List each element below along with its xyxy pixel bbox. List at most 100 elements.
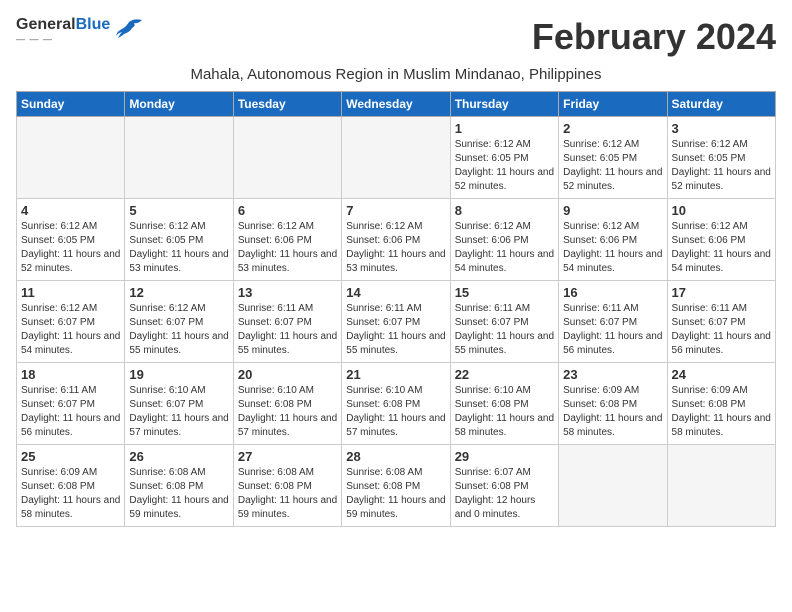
calendar-cell: 22 Sunrise: 6:10 AMSunset: 6:08 PMDayligh… xyxy=(450,363,558,445)
day-info: Sunrise: 6:12 AMSunset: 6:06 PMDaylight:… xyxy=(238,220,337,276)
day-number: 24 xyxy=(672,367,771,382)
day-info: Sunrise: 6:08 AMSunset: 6:08 PMDaylight:… xyxy=(238,466,337,522)
logo-general: General xyxy=(16,16,76,33)
calendar-cell: 13 Sunrise: 6:11 AMSunset: 6:07 PMDayligh… xyxy=(233,281,341,363)
calendar-cell: 15 Sunrise: 6:11 AMSunset: 6:07 PMDayligh… xyxy=(450,281,558,363)
day-number: 19 xyxy=(129,367,228,382)
day-info: Sunrise: 6:11 AMSunset: 6:07 PMDaylight:… xyxy=(672,302,771,358)
calendar-cell xyxy=(667,445,775,527)
calendar-cell xyxy=(233,117,341,199)
weekday-header: Sunday xyxy=(17,92,125,117)
day-number: 27 xyxy=(238,449,337,464)
weekday-header: Thursday xyxy=(450,92,558,117)
calendar-cell: 7 Sunrise: 6:12 AMSunset: 6:06 PMDaylight… xyxy=(342,199,450,281)
weekday-header: Saturday xyxy=(667,92,775,117)
day-info: Sunrise: 6:12 AMSunset: 6:07 PMDaylight:… xyxy=(21,302,120,358)
calendar-cell: 6 Sunrise: 6:12 AMSunset: 6:06 PMDaylight… xyxy=(233,199,341,281)
day-number: 20 xyxy=(238,367,337,382)
day-info: Sunrise: 6:10 AMSunset: 6:07 PMDaylight:… xyxy=(129,384,228,440)
calendar-cell: 26 Sunrise: 6:08 AMSunset: 6:08 PMDayligh… xyxy=(125,445,233,527)
calendar-cell xyxy=(559,445,667,527)
title-text: February 2024 xyxy=(532,16,776,58)
calendar-cell: 16 Sunrise: 6:11 AMSunset: 6:07 PMDayligh… xyxy=(559,281,667,363)
day-number: 9 xyxy=(563,203,662,218)
calendar-cell: 27 Sunrise: 6:08 AMSunset: 6:08 PMDayligh… xyxy=(233,445,341,527)
day-number: 29 xyxy=(455,449,554,464)
day-number: 12 xyxy=(129,285,228,300)
day-info: Sunrise: 6:12 AMSunset: 6:07 PMDaylight:… xyxy=(129,302,228,358)
day-info: Sunrise: 6:11 AMSunset: 6:07 PMDaylight:… xyxy=(238,302,337,358)
day-number: 23 xyxy=(563,367,662,382)
day-info: Sunrise: 6:11 AMSunset: 6:07 PMDaylight:… xyxy=(563,302,662,358)
calendar-cell: 17 Sunrise: 6:11 AMSunset: 6:07 PMDayligh… xyxy=(667,281,775,363)
calendar-cell: 12 Sunrise: 6:12 AMSunset: 6:07 PMDayligh… xyxy=(125,281,233,363)
day-info: Sunrise: 6:12 AMSunset: 6:05 PMDaylight:… xyxy=(21,220,120,276)
day-info: Sunrise: 6:12 AMSunset: 6:06 PMDaylight:… xyxy=(455,220,554,276)
weekday-header: Friday xyxy=(559,92,667,117)
calendar-cell: 9 Sunrise: 6:12 AMSunset: 6:06 PMDaylight… xyxy=(559,199,667,281)
calendar-cell: 29 Sunrise: 6:07 AMSunset: 6:08 PMDayligh… xyxy=(450,445,558,527)
day-info: Sunrise: 6:12 AMSunset: 6:06 PMDaylight:… xyxy=(563,220,662,276)
weekday-header: Monday xyxy=(125,92,233,117)
calendar-cell: 2 Sunrise: 6:12 AMSunset: 6:05 PMDaylight… xyxy=(559,117,667,199)
day-number: 18 xyxy=(21,367,120,382)
day-info: Sunrise: 6:07 AMSunset: 6:08 PMDaylight:… xyxy=(455,466,554,522)
location-subtitle: Mahala, Autonomous Region in Muslim Mind… xyxy=(16,66,776,83)
calendar-cell: 11 Sunrise: 6:12 AMSunset: 6:07 PMDayligh… xyxy=(17,281,125,363)
day-info: Sunrise: 6:10 AMSunset: 6:08 PMDaylight:… xyxy=(346,384,445,440)
day-number: 17 xyxy=(672,285,771,300)
calendar-cell: 19 Sunrise: 6:10 AMSunset: 6:07 PMDayligh… xyxy=(125,363,233,445)
day-info: Sunrise: 6:11 AMSunset: 6:07 PMDaylight:… xyxy=(21,384,120,440)
day-number: 4 xyxy=(21,203,120,218)
weekday-header: Wednesday xyxy=(342,92,450,117)
day-info: Sunrise: 6:11 AMSunset: 6:07 PMDaylight:… xyxy=(455,302,554,358)
calendar-cell xyxy=(125,117,233,199)
day-info: Sunrise: 6:12 AMSunset: 6:05 PMDaylight:… xyxy=(672,138,771,194)
day-number: 14 xyxy=(346,285,445,300)
day-number: 22 xyxy=(455,367,554,382)
day-number: 10 xyxy=(672,203,771,218)
day-number: 26 xyxy=(129,449,228,464)
day-number: 21 xyxy=(346,367,445,382)
calendar-cell: 25 Sunrise: 6:09 AMSunset: 6:08 PMDayligh… xyxy=(17,445,125,527)
month-year-title: February 2024 xyxy=(532,16,776,58)
day-number: 6 xyxy=(238,203,337,218)
logo-blue: Blue xyxy=(76,16,111,33)
day-number: 5 xyxy=(129,203,228,218)
calendar-cell: 21 Sunrise: 6:10 AMSunset: 6:08 PMDayligh… xyxy=(342,363,450,445)
calendar-cell: 8 Sunrise: 6:12 AMSunset: 6:06 PMDaylight… xyxy=(450,199,558,281)
day-info: Sunrise: 6:12 AMSunset: 6:06 PMDaylight:… xyxy=(346,220,445,276)
day-info: Sunrise: 6:12 AMSunset: 6:05 PMDaylight:… xyxy=(129,220,228,276)
day-number: 13 xyxy=(238,285,337,300)
calendar-cell xyxy=(17,117,125,199)
calendar-cell: 28Sunrise: 6:08 AMSunset: 6:08 PMDayligh… xyxy=(342,445,450,527)
day-number: 11 xyxy=(21,285,120,300)
day-number: 1 xyxy=(455,121,554,136)
day-info: Sunrise: 6:08 AMSunset: 6:08 PMDaylight:… xyxy=(129,466,228,522)
calendar-cell: 23 Sunrise: 6:09 AMSunset: 6:08 PMDayligh… xyxy=(559,363,667,445)
day-info: Sunrise: 6:10 AMSunset: 6:08 PMDaylight:… xyxy=(455,384,554,440)
day-number: 15 xyxy=(455,285,554,300)
day-number: 7 xyxy=(346,203,445,218)
calendar-cell xyxy=(342,117,450,199)
day-info: Sunrise: 6:12 AMSunset: 6:06 PMDaylight:… xyxy=(672,220,771,276)
calendar-cell: 3Sunrise: 6:12 AMSunset: 6:05 PMDaylight… xyxy=(667,117,775,199)
day-info: Sunrise: 6:12 AMSunset: 6:05 PMDaylight:… xyxy=(455,138,554,194)
calendar-cell: 24 Sunrise: 6:09 AMSunset: 6:08 PMDayligh… xyxy=(667,363,775,445)
day-info: Sunrise: 6:12 AMSunset: 6:05 PMDaylight:… xyxy=(563,138,662,194)
day-info: Sunrise: 6:09 AMSunset: 6:08 PMDaylight:… xyxy=(563,384,662,440)
day-number: 25 xyxy=(21,449,120,464)
calendar-cell: 10 Sunrise: 6:12 AMSunset: 6:06 PMDayligh… xyxy=(667,199,775,281)
calendar-cell: 14 Sunrise: 6:11 AMSunset: 6:07 PMDayligh… xyxy=(342,281,450,363)
day-info: Sunrise: 6:09 AMSunset: 6:08 PMDaylight:… xyxy=(672,384,771,440)
calendar-cell: 20Sunrise: 6:10 AMSunset: 6:08 PMDayligh… xyxy=(233,363,341,445)
calendar-cell: 1 Sunrise: 6:12 AMSunset: 6:05 PMDaylight… xyxy=(450,117,558,199)
day-number: 28 xyxy=(346,449,445,464)
day-info: Sunrise: 6:09 AMSunset: 6:08 PMDaylight:… xyxy=(21,466,120,522)
day-number: 16 xyxy=(563,285,662,300)
day-number: 8 xyxy=(455,203,554,218)
day-number: 2 xyxy=(563,121,662,136)
calendar-cell: 5 Sunrise: 6:12 AMSunset: 6:05 PMDaylight… xyxy=(125,199,233,281)
logo: GeneralBlue ― ― ― xyxy=(16,16,144,44)
day-info: Sunrise: 6:11 AMSunset: 6:07 PMDaylight:… xyxy=(346,302,445,358)
